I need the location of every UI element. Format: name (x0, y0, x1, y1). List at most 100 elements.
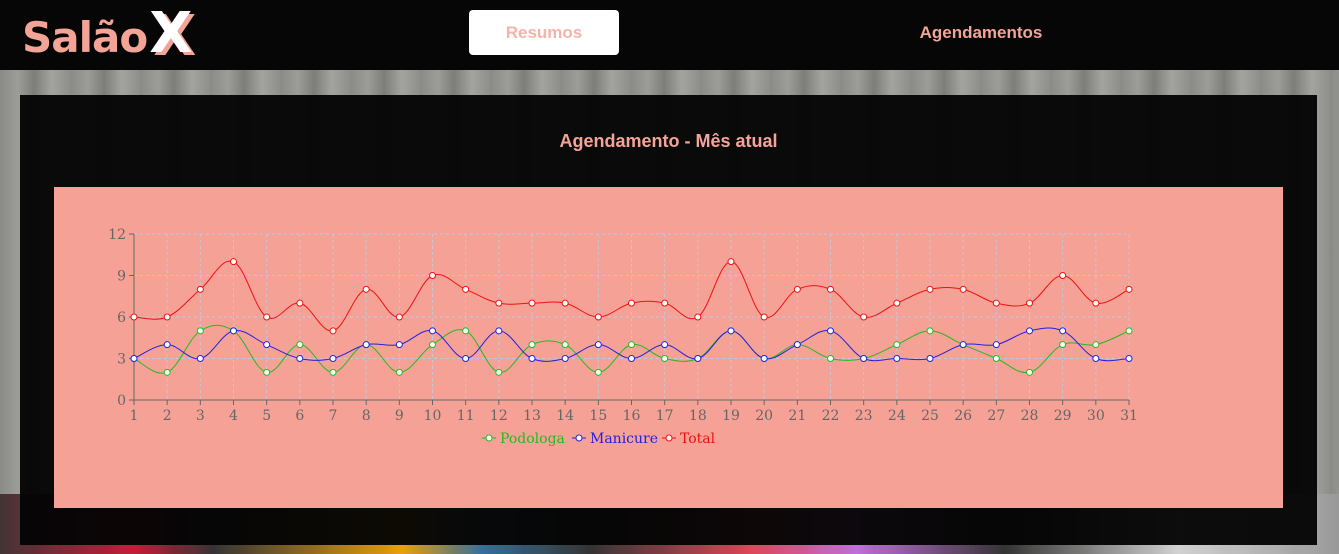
data-point-total (628, 299, 635, 307)
data-point-manicure (1026, 327, 1033, 335)
chart-container: 0 3 6 9 12 1 2 3 4 5 6 7 8 9 10 11 12 13 14 15 16 17 18 19 20 21 2… (54, 187, 1283, 508)
data-point-podologa (429, 341, 436, 349)
data-point-total (362, 285, 370, 293)
nav-resumos-button[interactable]: Resumos (469, 10, 619, 55)
x-tick-label: 18 (689, 408, 707, 424)
brand-name: Salão (22, 13, 148, 62)
x-tick-label: 21 (788, 408, 806, 424)
x-tick-label: 7 (329, 408, 338, 424)
x-tick-label: 22 (822, 408, 840, 424)
legend-marker-podologa (485, 434, 493, 442)
data-point-manicure (329, 355, 337, 362)
x-tick-label: 10 (424, 408, 442, 424)
data-point-manicure (594, 341, 602, 349)
data-point-podologa (628, 341, 635, 349)
data-point-podologa (329, 368, 337, 376)
data-point-manicure (926, 355, 934, 362)
data-point-total (694, 313, 702, 321)
data-point-total (395, 313, 403, 321)
data-point-total (296, 299, 304, 307)
data-point-podologa (661, 355, 669, 362)
data-point-podologa (827, 355, 834, 362)
data-point-total (163, 313, 171, 321)
data-point-total (992, 299, 1000, 307)
y-tick-label: 3 (117, 352, 126, 368)
nav-agendamentos-button[interactable]: Agendamentos (906, 10, 1056, 55)
data-point-manicure (727, 327, 735, 335)
data-point-manicure (893, 355, 901, 362)
x-tick-label: 25 (921, 408, 939, 424)
line-chart: 0369121 2 3 4 5 6 7 8 9 10 11 12 13 14 15 16 17 18 19 20 21 2… (108, 227, 1138, 447)
x-tick-label: 2 (163, 408, 172, 424)
data-point-podologa (163, 368, 171, 376)
legend-label-manicure: Manicure (590, 431, 658, 447)
data-point-total (329, 327, 337, 335)
data-point-podologa (528, 341, 536, 349)
data-point-manicure (760, 355, 768, 362)
data-point-manicure (694, 355, 702, 362)
data-point-podologa (296, 341, 304, 349)
data-point-manicure (1092, 355, 1100, 362)
panel-title: Agendamento - Mês atual (559, 131, 778, 151)
data-point-manicure (230, 327, 237, 335)
data-point-total (959, 285, 967, 293)
data-point-total (230, 258, 237, 266)
data-point-manicure (296, 355, 304, 362)
data-point-manicure (793, 341, 801, 349)
data-point-manicure (528, 355, 536, 362)
data-point-podologa (561, 341, 569, 349)
legend-label-total: Total (680, 431, 716, 447)
data-point-podologa (992, 355, 1000, 362)
x-tick-label: 4 (229, 408, 238, 424)
data-point-manicure (959, 341, 967, 349)
x-tick-label: 9 (395, 408, 404, 424)
data-point-total (1026, 299, 1033, 307)
data-point-total (893, 299, 901, 307)
data-point-manicure (495, 327, 503, 335)
x-tick-label: 31 (1120, 408, 1138, 424)
data-point-manicure (163, 341, 171, 349)
data-point-manicure (429, 327, 436, 335)
x-tick-label: 6 (295, 408, 304, 424)
data-point-podologa (395, 368, 403, 376)
data-point-manicure (395, 341, 403, 349)
data-point-total (196, 285, 204, 293)
y-tick-label: 6 (117, 310, 126, 326)
data-point-podologa (594, 368, 602, 376)
x-tick-label: 5 (262, 408, 271, 424)
x-tick-label: 8 (362, 408, 371, 424)
data-point-podologa (196, 327, 204, 335)
x-tick-label: 28 (1021, 408, 1039, 424)
data-point-manicure (462, 355, 470, 362)
data-point-podologa (263, 368, 271, 376)
x-tick-label: 23 (855, 408, 873, 424)
data-point-manicure (130, 355, 138, 362)
brand-mark: X (149, 1, 193, 66)
data-point-manicure (196, 355, 204, 362)
x-tick-label: 26 (954, 408, 972, 424)
x-tick-label: 14 (556, 408, 574, 424)
x-tick-label: 19 (722, 408, 740, 424)
data-point-podologa (1059, 341, 1067, 349)
data-point-manicure (362, 341, 370, 349)
data-point-total (263, 313, 271, 321)
data-point-total (760, 313, 768, 321)
data-point-podologa (495, 368, 503, 376)
y-tick-label: 12 (108, 227, 126, 243)
x-tick-label: 20 (755, 408, 773, 424)
data-point-total (130, 313, 138, 321)
data-point-podologa (1125, 327, 1133, 335)
data-point-total (528, 299, 536, 307)
data-point-total (793, 285, 801, 293)
data-point-podologa (893, 341, 901, 349)
data-point-total (827, 285, 834, 293)
data-point-podologa (462, 327, 470, 335)
data-point-manicure (1059, 327, 1067, 335)
summary-panel: Agendamento - Mês atual 0 3 6 9 12 1 2 3 4 5 6 7 8 9 1… (20, 95, 1317, 545)
brand-logo[interactable]: Salão X (22, 6, 192, 66)
x-tick-label: 17 (656, 408, 674, 424)
x-tick-label: 12 (490, 408, 508, 424)
x-tick-label: 1 (130, 408, 139, 424)
data-point-manicure (661, 341, 669, 349)
legend-label-podologa: Podologa (500, 431, 565, 447)
